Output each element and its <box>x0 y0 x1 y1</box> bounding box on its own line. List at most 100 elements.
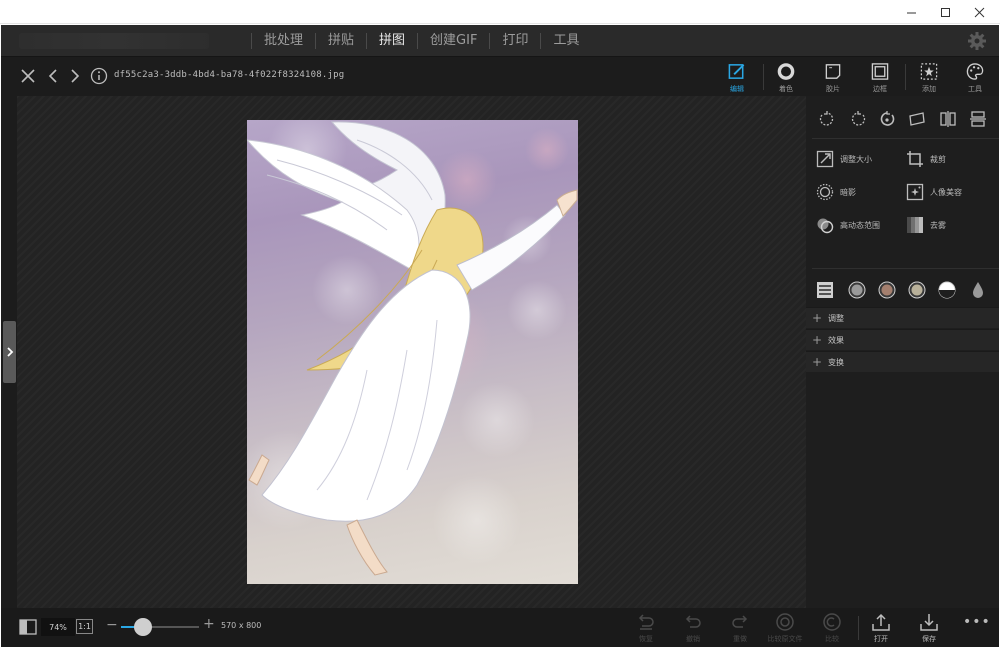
drop-icon <box>973 282 983 298</box>
option-portrait-beauty[interactable]: 人像美容 <box>906 181 962 203</box>
menu-items: 批处理 拼贴 拼图 创建GIF 打印 工具 <box>251 25 591 57</box>
bottom-separator <box>858 616 859 640</box>
image-canvas[interactable] <box>17 96 806 608</box>
restore-button[interactable]: 恢复 <box>628 612 664 646</box>
undo-button[interactable]: 撤销 <box>675 612 711 646</box>
chevron-right-icon <box>71 69 80 83</box>
plus-icon: + <box>811 311 823 325</box>
save-button[interactable]: 保存 <box>911 612 947 646</box>
window-titlebar <box>0 0 1000 24</box>
option-resize[interactable]: 调整大小 <box>816 148 872 170</box>
preset-contrast-button[interactable] <box>936 279 958 301</box>
rotate-right-icon <box>851 111 866 126</box>
frame-icon <box>871 63 889 80</box>
redo-icon <box>732 615 748 628</box>
menu-tools[interactable]: 工具 <box>541 25 591 57</box>
option-hdr[interactable]: 高动态范围 <box>816 214 880 236</box>
hdr-icon <box>817 218 834 234</box>
section-adjust[interactable]: + 调整 <box>806 307 999 328</box>
zoom-slider-thumb[interactable] <box>133 618 152 636</box>
portrait-beauty-icon <box>906 183 924 201</box>
previous-image-button[interactable] <box>43 66 63 86</box>
side-panel-toggle[interactable] <box>3 321 16 383</box>
film-icon <box>825 64 841 79</box>
tool-add-label: 添加 <box>922 85 936 93</box>
tool-separator <box>763 64 764 90</box>
auto-rotate-button[interactable] <box>876 108 898 130</box>
contrast-icon <box>938 281 956 299</box>
rotate-left-icon <box>819 111 834 126</box>
tool-tools[interactable]: 工具 <box>955 60 995 94</box>
preset-warm-button[interactable] <box>876 279 898 301</box>
toggle-thumbnails-button[interactable] <box>19 619 37 639</box>
open-button[interactable]: 打开 <box>863 612 899 646</box>
tool-edit[interactable]: 编辑 <box>717 60 757 94</box>
zoom-out-button[interactable]: − <box>106 617 118 633</box>
app-logo-area <box>19 33 209 49</box>
color-drop-button[interactable] <box>967 279 989 301</box>
option-crop[interactable]: 裁剪 <box>906 148 946 170</box>
flip-vertical-button[interactable] <box>967 108 989 130</box>
next-image-button[interactable] <box>65 66 85 86</box>
preset-soft-icon <box>908 281 926 299</box>
compare-button[interactable]: 比较 <box>814 612 850 646</box>
menu-create-gif[interactable]: 创建GIF <box>418 25 489 57</box>
tool-frame[interactable]: 边框 <box>860 60 900 94</box>
flip-horizontal-button[interactable] <box>937 108 959 130</box>
close-window-button[interactable] <box>962 0 996 24</box>
menu-batch[interactable]: 批处理 <box>252 25 315 57</box>
gear-icon[interactable] <box>967 31 987 51</box>
chevron-left-icon <box>48 69 57 83</box>
info-icon <box>90 67 108 85</box>
straighten-icon <box>909 112 925 126</box>
restore-icon <box>638 614 654 630</box>
rotate-right-button[interactable] <box>847 108 869 130</box>
resize-icon <box>816 150 834 168</box>
minimize-button[interactable] <box>894 0 928 24</box>
tool-add[interactable]: 添加 <box>909 60 949 94</box>
menu-combine[interactable]: 拼图 <box>367 25 417 57</box>
close-icon <box>21 69 35 83</box>
preset-gray-icon <box>848 281 866 299</box>
preset-soft-button[interactable] <box>906 279 928 301</box>
section-effects[interactable]: + 效果 <box>806 329 999 350</box>
viewer-toolbar: df55c2a3-3ddb-4bd4-ba78-4f022f8324108.jp… <box>1 58 999 96</box>
tool-film[interactable]: 胶片 <box>813 60 853 94</box>
plus-icon: + <box>811 355 823 369</box>
option-resize-label: 调整大小 <box>840 154 872 164</box>
tool-tools-label: 工具 <box>968 85 982 93</box>
close-icon <box>974 7 984 17</box>
rotate-left-button[interactable] <box>816 108 838 130</box>
menu-print[interactable]: 打印 <box>490 25 540 57</box>
preset-list-button[interactable] <box>814 279 836 301</box>
close-viewer-button[interactable] <box>18 66 38 86</box>
section-effects-label: 效果 <box>828 335 844 345</box>
compare-alt-icon <box>823 613 841 631</box>
redo-button[interactable]: 重做 <box>722 612 758 646</box>
actual-size-button[interactable]: 1:1 <box>76 619 93 634</box>
palette-icon <box>966 63 984 80</box>
tool-edit-label: 编辑 <box>730 85 744 93</box>
tool-frame-label: 边框 <box>873 85 887 93</box>
more-options-button[interactable]: ••• <box>963 614 991 630</box>
menu-collage[interactable]: 拼贴 <box>316 25 366 57</box>
image-info-button[interactable] <box>89 66 109 86</box>
section-adjust-label: 调整 <box>828 313 844 323</box>
option-hdr-label: 高动态范围 <box>840 220 880 230</box>
straighten-button[interactable] <box>906 108 928 130</box>
section-transform[interactable]: + 变换 <box>806 351 999 372</box>
save-icon <box>920 614 938 631</box>
tool-color[interactable]: 着色 <box>766 60 806 94</box>
zoom-in-button[interactable]: + <box>203 616 215 632</box>
undo-label: 撤销 <box>686 635 700 643</box>
compare-original-button[interactable]: 比较原文件 <box>767 612 803 646</box>
maximize-button[interactable] <box>928 0 962 24</box>
compare-label: 比较 <box>825 635 839 643</box>
option-portrait-beauty-label: 人像美容 <box>930 187 962 197</box>
zoom-percentage[interactable]: 74% <box>41 618 75 636</box>
ring-icon <box>777 63 795 80</box>
option-dehaze[interactable]: 去雾 <box>906 214 946 236</box>
preset-gray-button[interactable] <box>846 279 868 301</box>
option-vignette[interactable]: 暗影 <box>816 181 856 203</box>
option-vignette-label: 暗影 <box>840 187 856 197</box>
